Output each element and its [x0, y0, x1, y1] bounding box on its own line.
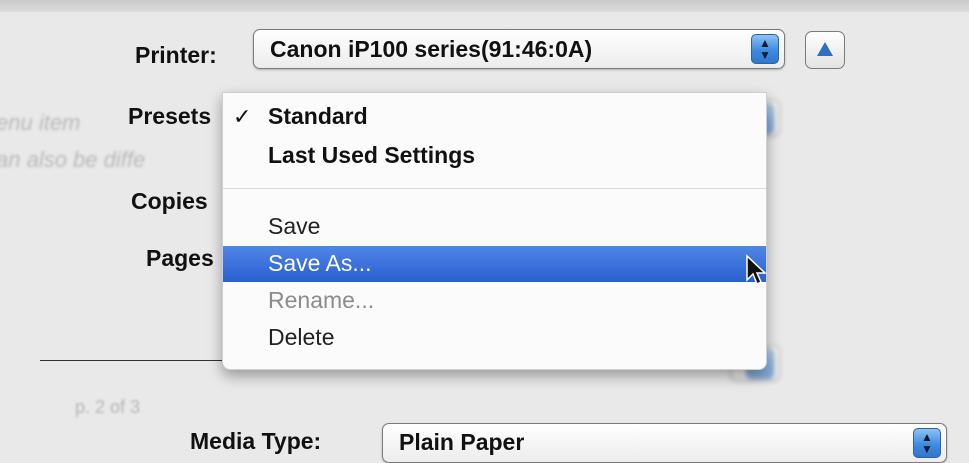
- menu-separator: [223, 188, 766, 189]
- up-triangle-icon: [817, 42, 833, 56]
- menu-item-last-used-settings[interactable]: Last Used Settings: [223, 138, 766, 174]
- menu-item-delete[interactable]: Delete: [223, 320, 766, 356]
- menu-item-save-as[interactable]: Save As...: [223, 246, 766, 282]
- section-divider: [40, 360, 230, 361]
- printer-label: Printer:: [135, 42, 217, 68]
- pages-label: Pages: [146, 245, 214, 271]
- window-top-edge: [0, 0, 969, 12]
- popup-arrows-icon: ▲ ▼: [751, 34, 779, 64]
- menu-item-rename: Rename...: [268, 287, 375, 313]
- arrow-pointer-icon: [746, 254, 767, 286]
- background-hint-line1: enu item: [0, 110, 81, 135]
- checkmark-icon: ✓: [233, 104, 252, 129]
- copies-label: Copies: [131, 188, 208, 214]
- printer-value: Canon iP100 series(91:46:0A): [270, 36, 593, 62]
- media-type-popup[interactable]: Plain Paper ▲ ▼: [382, 423, 947, 463]
- media-type-value: Plain Paper: [399, 429, 525, 455]
- menu-item-save[interactable]: Save: [223, 209, 766, 245]
- page-info: p. 2 of 3: [75, 397, 141, 417]
- disclosure-button[interactable]: [805, 31, 845, 69]
- background-hint-line2: an also be diffe: [0, 147, 146, 172]
- printer-popup[interactable]: Canon iP100 series(91:46:0A) ▲ ▼: [253, 29, 785, 69]
- menu-item-standard[interactable]: ✓ Standard: [223, 99, 766, 135]
- presets-menu: ✓ Standard Last Used Settings Save Save …: [222, 92, 767, 370]
- popup-arrows-icon: ▲ ▼: [913, 428, 941, 458]
- presets-label: Presets: [128, 103, 212, 129]
